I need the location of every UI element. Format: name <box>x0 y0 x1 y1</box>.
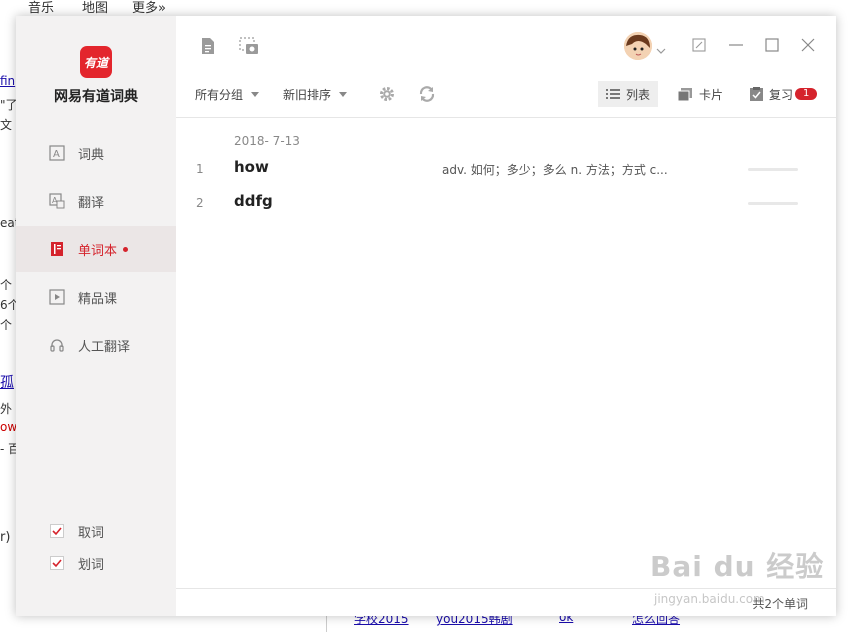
baidu-watermark: Bai du 经验 <box>650 550 825 583</box>
group-filter-label: 所有分组 <box>195 88 244 102</box>
bg-snippet[interactable]: 孤 <box>0 372 14 392</box>
word-row[interactable]: 2 ddfg <box>176 188 836 218</box>
topnav-map-link[interactable]: 地图 <box>82 0 108 16</box>
sidebar: 有道 网易有道词典 A 词典 A 翻译 单词本 精品课 人工翻译 取词 划词 <box>16 16 176 616</box>
word-text: how <box>234 158 269 176</box>
checkbox[interactable] <box>50 556 64 570</box>
translate-icon: A <box>48 192 66 210</box>
check-icon <box>52 527 62 536</box>
list-view-button[interactable]: 列表 <box>598 81 659 107</box>
sync-icon[interactable] <box>418 85 436 107</box>
list-icon <box>606 88 620 100</box>
sort-label: 新旧排序 <box>283 88 332 102</box>
sidebar-item-label: 翻译 <box>78 195 105 211</box>
check-label: 划词 <box>78 557 105 573</box>
video-course-icon <box>48 288 66 306</box>
chevron-down-icon[interactable] <box>656 43 666 58</box>
maximize-icon[interactable] <box>763 36 781 54</box>
bg-snippet: 个 <box>0 318 13 332</box>
sidebar-item-wordbook[interactable]: 单词本 <box>16 226 176 272</box>
sidebar-item-label: 人工翻译 <box>78 339 131 355</box>
notification-dot <box>123 246 129 252</box>
word-text: ddfg <box>234 192 273 210</box>
bg-snippet: r) <box>0 530 11 545</box>
sidebar-item-label: 精品课 <box>78 291 118 307</box>
topnav-music-link[interactable]: 音乐 <box>28 0 54 16</box>
note-icon[interactable] <box>200 37 216 59</box>
sidebar-item-courses[interactable]: 精品课 <box>16 274 176 320</box>
proficiency-bar <box>748 202 798 205</box>
card-view-button[interactable]: 卡片 <box>670 81 731 107</box>
svg-text:A: A <box>53 149 60 160</box>
capture-word-toggle[interactable]: 取词 <box>50 521 104 541</box>
dictionary-icon: A <box>48 144 66 162</box>
word-definition: adv. 如何；多少；多么 n. 方法；方式 c... <box>442 163 668 177</box>
sidebar-item-label: 单词本 <box>78 243 118 259</box>
review-icon <box>750 87 763 101</box>
user-avatar[interactable] <box>624 32 652 60</box>
sidebar-item-human-translation[interactable]: 人工翻译 <box>16 322 176 368</box>
word-index: 2 <box>196 196 204 210</box>
check-label: 取词 <box>78 525 105 541</box>
bg-snippet: 文 <box>0 118 13 132</box>
bg-snippet: "了 <box>0 98 18 112</box>
checkbox[interactable] <box>50 524 64 538</box>
caret-down-icon <box>251 92 260 97</box>
list-view-label: 列表 <box>626 87 651 102</box>
minimize-icon[interactable] <box>727 36 745 54</box>
word-row[interactable]: 1 how adv. 如何；多少；多么 n. 方法；方式 c... <box>176 154 836 184</box>
review-count-badge: 1 <box>795 88 818 100</box>
sidebar-item-translate[interactable]: A 翻译 <box>16 178 176 224</box>
screenshot-icon[interactable] <box>239 37 259 59</box>
review-button[interactable]: 复习 1 <box>742 81 825 107</box>
app-logo: 有道 <box>80 46 112 78</box>
header-divider <box>176 117 836 118</box>
proficiency-bar <box>748 168 798 171</box>
youdao-window: 有道 网易有道词典 A 词典 A 翻译 单词本 精品课 人工翻译 取词 划词 所… <box>16 16 836 616</box>
background-topnav: 音乐 地图 更多» <box>0 0 852 16</box>
baidu-watermark-url: jingyan.baidu.com <box>654 592 765 606</box>
caret-down-icon <box>339 92 348 97</box>
gear-icon[interactable] <box>378 85 396 107</box>
app-name: 网易有道词典 <box>54 89 138 105</box>
mini-mode-icon[interactable] <box>690 36 708 54</box>
group-filter-dropdown[interactable]: 所有分组 <box>195 86 260 103</box>
card-view-label: 卡片 <box>699 87 724 102</box>
sidebar-item-label: 词典 <box>78 147 105 163</box>
headset-icon <box>48 336 66 354</box>
word-index: 1 <box>196 162 204 176</box>
main-panel: 所有分组 新旧排序 列表 卡片 复习 1 2018- 7-13 1 how ad… <box>176 16 836 616</box>
filter-bar: 所有分组 新旧排序 列表 卡片 复习 1 <box>176 80 836 110</box>
close-icon[interactable] <box>799 36 817 54</box>
card-icon <box>678 87 693 101</box>
date-group-header: 2018- 7-13 <box>234 134 300 148</box>
select-word-toggle[interactable]: 划词 <box>50 553 104 573</box>
bg-snippet: ow <box>0 420 18 434</box>
footer-divider <box>176 588 836 589</box>
sidebar-item-dictionary[interactable]: A 词典 <box>16 130 176 176</box>
bg-snippet: 外 <box>0 402 13 416</box>
topnav-more-link[interactable]: 更多» <box>132 0 166 16</box>
review-label: 复习 <box>769 87 794 102</box>
sort-dropdown[interactable]: 新旧排序 <box>283 86 348 103</box>
bg-snippet: 个 <box>0 278 13 292</box>
bg-snippet[interactable]: fin <box>0 74 15 88</box>
check-icon <box>52 559 62 568</box>
wordbook-icon <box>48 240 66 258</box>
bg-divider <box>326 616 327 632</box>
